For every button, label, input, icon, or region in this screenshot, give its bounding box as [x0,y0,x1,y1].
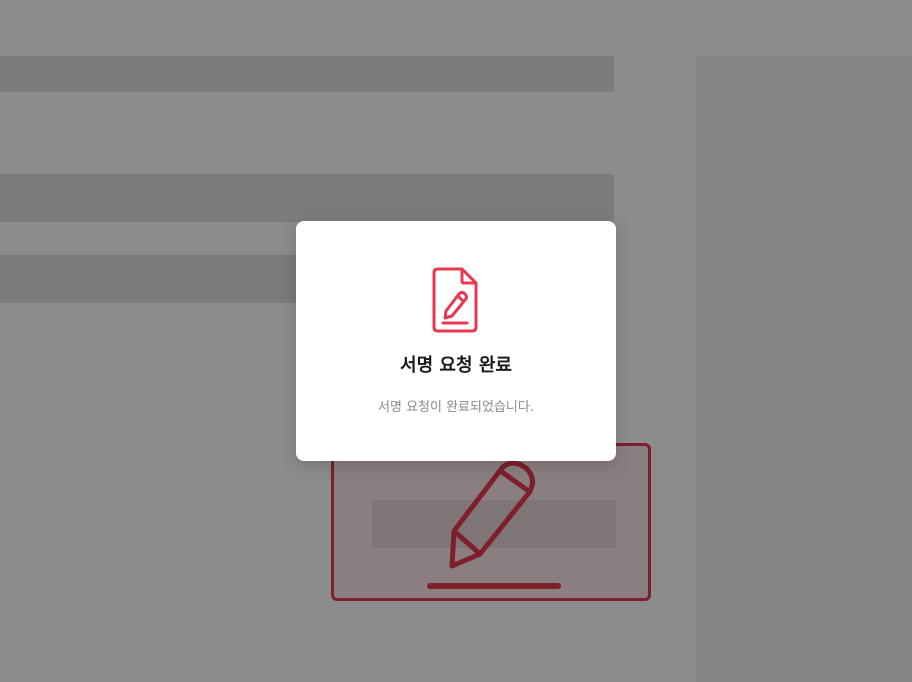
completion-dialog: 서명 요청 완료 서명 요청이 완료되었습니다. [296,221,616,461]
dialog-title: 서명 요청 완료 [400,355,512,376]
page: 서명 요청 완료 서명 요청이 완료되었습니다. [0,0,912,682]
dialog-message: 서명 요청이 완료되었습니다. [378,400,534,415]
document-signature-icon [432,267,478,333]
